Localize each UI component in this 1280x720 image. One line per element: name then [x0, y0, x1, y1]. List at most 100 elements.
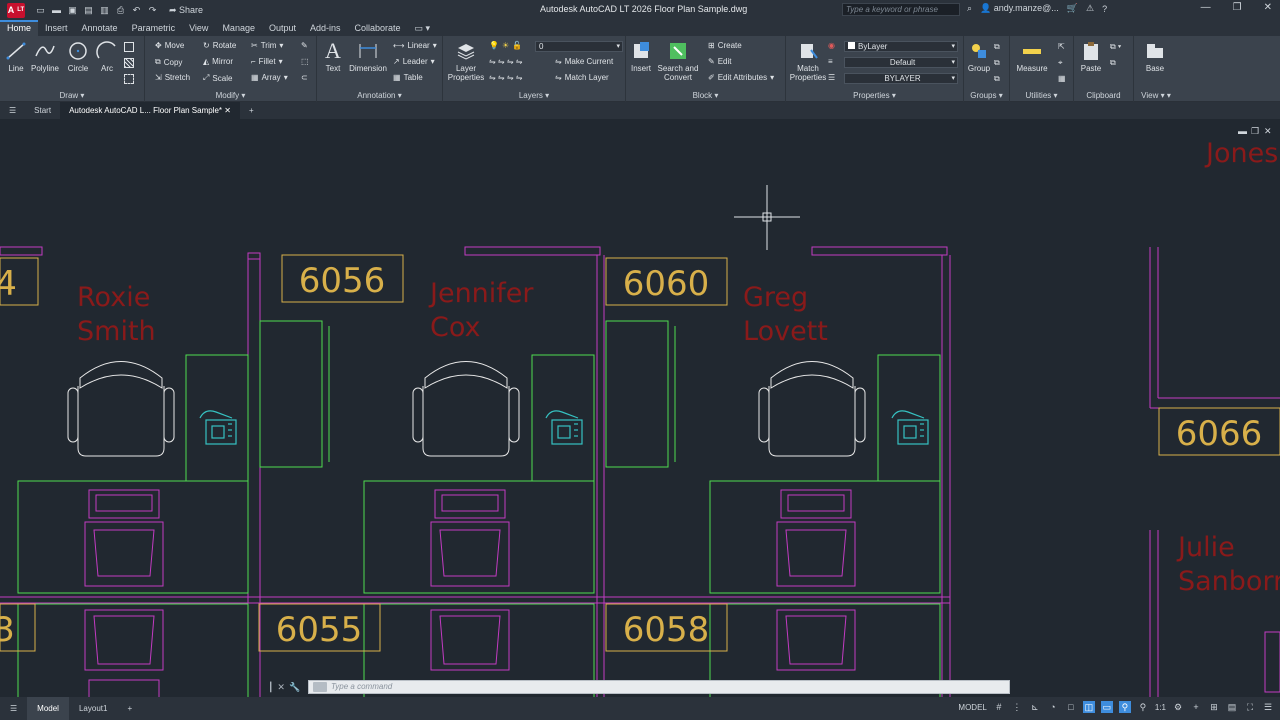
autoscale-icon[interactable]: ⚲: [1137, 701, 1149, 713]
match-layer-button[interactable]: ⇋ Match Layer: [555, 73, 609, 82]
open-folder-icon[interactable]: ▬: [51, 5, 62, 16]
lineweight-toggle-icon[interactable]: ▭: [1100, 701, 1113, 713]
calculator-icon[interactable]: ▦: [1058, 74, 1066, 83]
polar-icon[interactable]: ◔: [1047, 701, 1059, 713]
leader-button[interactable]: ↗ Leader ▾: [393, 57, 435, 66]
close-tab-icon[interactable]: ✕: [224, 106, 231, 115]
linetype-dropdown[interactable]: Default ▾: [844, 57, 958, 68]
hatch-tool[interactable]: [124, 58, 134, 68]
array-button[interactable]: ▦ Array ▾: [251, 73, 288, 82]
annotation-panel-label[interactable]: Annotation ▾: [317, 91, 442, 100]
edit-block-button[interactable]: ✎ Edit: [708, 57, 732, 66]
drawing-canvas[interactable]: ▬ ❐ ✕ 6056 6060 6066 6055 6058 4 3 Roxie…: [0, 119, 1280, 697]
print-icon[interactable]: ⎙: [115, 5, 126, 16]
insert-block-button[interactable]: Insert: [628, 40, 654, 73]
start-tab[interactable]: Start: [25, 102, 60, 119]
text-button[interactable]: A Text: [321, 40, 345, 74]
line-button[interactable]: Line: [4, 40, 28, 73]
clipboard-panel-label[interactable]: Clipboard: [1074, 91, 1133, 100]
ungroup-icon[interactable]: ⧉: [994, 42, 1000, 52]
group-select-icon[interactable]: ⧉: [994, 74, 1000, 84]
table-button[interactable]: ▦ Table: [393, 73, 423, 82]
layer-tools-row-2[interactable]: ⇋ ⇋ ⇋ ⇋: [489, 73, 522, 82]
current-layer-dropdown[interactable]: 0 ▾: [535, 41, 623, 52]
offset-tool[interactable]: ⊂: [301, 73, 308, 82]
rotate-button[interactable]: ↻ Rotate: [203, 41, 236, 50]
linear-dimension-button[interactable]: ⟷ Linear ▾: [393, 41, 437, 50]
share-button[interactable]: ➦ Share: [169, 5, 203, 16]
erase-tool[interactable]: ✎: [301, 41, 308, 50]
tab-insert[interactable]: Insert: [38, 20, 75, 36]
dimension-button[interactable]: Dimension: [347, 40, 389, 73]
tab-home[interactable]: Home: [0, 20, 39, 36]
viewport-close-icon[interactable]: ✕: [1264, 126, 1272, 136]
groups-panel-label[interactable]: Groups ▾: [964, 91, 1009, 100]
snap-icon[interactable]: ⋮: [1011, 701, 1023, 713]
make-current-button[interactable]: ⇋ Make Current: [555, 57, 613, 66]
maximize-icon[interactable]: ❐: [1233, 2, 1242, 13]
explode-tool[interactable]: ⬚: [301, 57, 309, 66]
cart-icon[interactable]: 🛒: [1067, 3, 1078, 14]
command-line-grip-icon[interactable]: ┃: [268, 682, 273, 693]
fillet-button[interactable]: ⌐ Fillet ▾: [251, 57, 283, 66]
new-tab-icon[interactable]: +: [240, 102, 263, 119]
layers-panel-label[interactable]: Layers ▾: [443, 91, 625, 100]
draw-panel-label[interactable]: Draw ▾: [0, 91, 144, 100]
tab-add-ins[interactable]: Add-ins: [303, 20, 348, 36]
object-snap-icon[interactable]: □: [1065, 701, 1077, 713]
user-account-menu[interactable]: 👤 andy.manze@...: [980, 3, 1059, 14]
viewport-controls[interactable]: ▬ ❐ ✕: [1238, 126, 1272, 136]
edit-attributes-button[interactable]: ✐ Edit Attributes ▾: [708, 73, 774, 82]
id-point-icon[interactable]: ⌖: [1058, 58, 1063, 68]
polyline-button[interactable]: Polyline: [28, 40, 62, 73]
menu-icon[interactable]: ☰: [0, 102, 25, 119]
tab-annotate[interactable]: Annotate: [75, 20, 125, 36]
ortho-icon[interactable]: ⊾: [1029, 701, 1041, 713]
save-as-icon[interactable]: ▤: [83, 5, 94, 16]
quick-properties-icon[interactable]: ▤: [1226, 701, 1238, 713]
plot-icon[interactable]: ▥: [99, 5, 110, 16]
new-file-icon[interactable]: ▭: [35, 5, 46, 16]
layer-state-icons[interactable]: 💡 ☀ 🔓: [489, 41, 522, 50]
annotation-visibility-icon[interactable]: ⚲: [1118, 701, 1131, 713]
rectangle-tool[interactable]: [124, 42, 134, 52]
command-history-icon[interactable]: [313, 682, 327, 692]
base-view-button[interactable]: Base: [1138, 40, 1172, 73]
customize-icon[interactable]: 🔧: [289, 682, 300, 693]
minimize-icon[interactable]: —: [1201, 2, 1211, 13]
modify-panel-label[interactable]: Modify ▾: [145, 91, 316, 100]
group-edit-icon[interactable]: ⧉: [994, 58, 1000, 68]
redo-icon[interactable]: ↷: [147, 5, 158, 16]
tab-output[interactable]: Output: [262, 20, 303, 36]
customization-menu-icon[interactable]: ☰: [1262, 701, 1274, 713]
layouts-menu-icon[interactable]: ☰: [0, 697, 27, 720]
tab-overflow-icon[interactable]: ▭ ▾: [408, 20, 438, 36]
properties-panel-label[interactable]: Properties ▾: [786, 91, 963, 100]
tab-manage[interactable]: Manage: [215, 20, 262, 36]
search-icon[interactable]: ⌕: [967, 3, 972, 14]
model-tab[interactable]: Model: [27, 697, 69, 720]
save-icon[interactable]: ▣: [67, 5, 78, 16]
active-drawing-tab[interactable]: Autodesk AutoCAD L... Floor Plan Sample*…: [60, 102, 240, 119]
layout1-tab[interactable]: Layout1: [69, 697, 117, 720]
command-input[interactable]: Type a command: [308, 680, 1010, 694]
isodraft-icon[interactable]: ◫: [1082, 701, 1095, 713]
group-button[interactable]: Group: [966, 40, 992, 73]
scale-button[interactable]: ⤢ Scale: [203, 73, 232, 83]
color-dropdown[interactable]: ByLayer ▾: [844, 41, 958, 52]
search-convert-button[interactable]: Search and Convert: [656, 40, 700, 82]
settings-icon[interactable]: ⚙: [1172, 701, 1184, 713]
fullscreen-icon[interactable]: ⛶: [1244, 701, 1256, 713]
updates-icon[interactable]: ⚠: [1086, 3, 1094, 14]
units-icon[interactable]: ⊞: [1208, 701, 1220, 713]
app-menu-button[interactable]: A LT: [7, 2, 25, 18]
move-button[interactable]: ✥ Move: [155, 41, 184, 50]
close-icon[interactable]: ✕: [1264, 2, 1272, 13]
tab-collaborate[interactable]: Collaborate: [348, 20, 408, 36]
help-icon[interactable]: ?: [1102, 4, 1107, 14]
lineweight-dropdown[interactable]: BYLAYER ▾: [844, 73, 958, 84]
mirror-button[interactable]: ◭ Mirror: [203, 57, 233, 66]
arc-button[interactable]: Arc: [95, 40, 119, 73]
model-space-toggle[interactable]: MODEL: [958, 703, 986, 712]
match-properties-button[interactable]: Match Properties: [788, 40, 828, 82]
